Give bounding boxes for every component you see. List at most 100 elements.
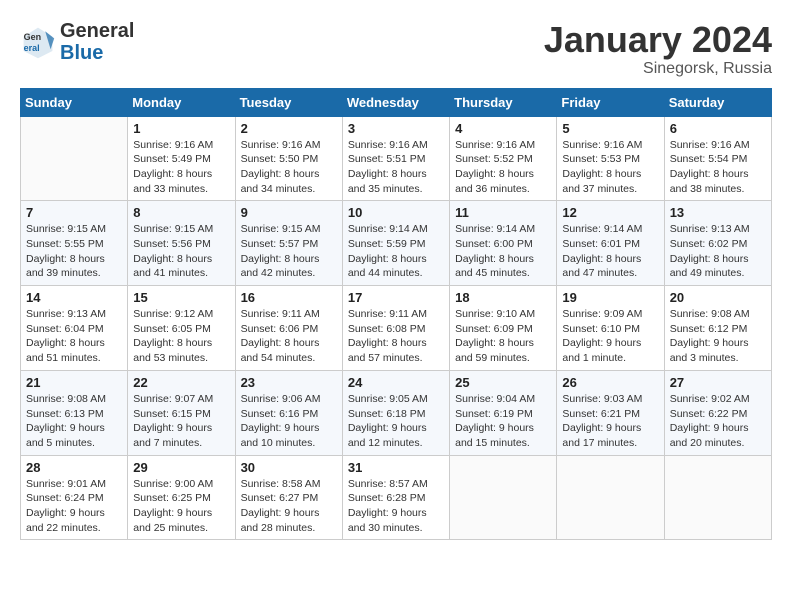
day-info: Sunrise: 9:13 AM Sunset: 6:02 PM Dayligh… — [670, 222, 766, 281]
calendar-cell: 20 Sunrise: 9:08 AM Sunset: 6:12 PM Dayli… — [664, 286, 771, 371]
col-header-friday: Friday — [557, 88, 664, 116]
calendar-cell: 9Sunrise: 9:15 AM Sunset: 5:57 PM Daylig… — [235, 201, 342, 286]
svg-text:eral: eral — [24, 43, 40, 53]
calendar-cell: 14 Sunrise: 9:13 AM Sunset: 6:04 PM Dayli… — [21, 286, 128, 371]
day-number: 25 — [455, 375, 551, 390]
title-block: January 2024 Sinegorsk, Russia — [544, 20, 772, 78]
day-number: 6 — [670, 121, 766, 136]
calendar-cell: 1 Sunrise: 9:16 AM Sunset: 5:49 PM Daylig… — [128, 116, 235, 201]
calendar-cell: 24Sunrise: 9:05 AM Sunset: 6:18 PM Dayli… — [342, 370, 449, 455]
calendar-cell: 21 Sunrise: 9:08 AM Sunset: 6:13 PM Dayli… — [21, 370, 128, 455]
day-number: 13 — [670, 205, 766, 220]
calendar-table: SundayMondayTuesdayWednesdayThursdayFrid… — [20, 88, 772, 541]
day-number: 31 — [348, 460, 444, 475]
day-info: Sunrise: 9:13 AM Sunset: 6:04 PM Dayligh… — [26, 307, 122, 366]
day-number: 20 — [670, 290, 766, 305]
calendar-cell — [21, 116, 128, 201]
calendar-cell: 29Sunrise: 9:00 AM Sunset: 6:25 PM Dayli… — [128, 455, 235, 540]
day-number: 7 — [26, 205, 122, 220]
logo: Gen eral General Blue — [20, 20, 134, 64]
day-number: 18 — [455, 290, 551, 305]
calendar-cell: 28 Sunrise: 9:01 AM Sunset: 6:24 PM Dayli… — [21, 455, 128, 540]
col-header-monday: Monday — [128, 88, 235, 116]
day-number: 15 — [133, 290, 229, 305]
day-info: Sunrise: 9:14 AM Sunset: 6:00 PM Dayligh… — [455, 222, 551, 281]
svg-text:Gen: Gen — [24, 32, 42, 42]
day-number: 21 — [26, 375, 122, 390]
day-info: Sunrise: 9:11 AM Sunset: 6:08 PM Dayligh… — [348, 307, 444, 366]
day-info: Sunrise: 9:08 AM Sunset: 6:13 PM Dayligh… — [26, 392, 122, 451]
day-info: Sunrise: 9:12 AM Sunset: 6:05 PM Dayligh… — [133, 307, 229, 366]
col-header-sunday: Sunday — [21, 88, 128, 116]
day-info: Sunrise: 8:57 AM Sunset: 6:28 PM Dayligh… — [348, 477, 444, 536]
calendar-cell: 15 Sunrise: 9:12 AM Sunset: 6:05 PM Dayli… — [128, 286, 235, 371]
day-info: Sunrise: 9:06 AM Sunset: 6:16 PM Dayligh… — [241, 392, 337, 451]
logo-general: General — [60, 20, 134, 42]
calendar-week-2: 7 Sunrise: 9:15 AM Sunset: 5:55 PM Daylig… — [21, 201, 772, 286]
calendar-cell: 2Sunrise: 9:16 AM Sunset: 5:50 PM Daylig… — [235, 116, 342, 201]
day-number: 22 — [133, 375, 229, 390]
calendar-cell: 8 Sunrise: 9:15 AM Sunset: 5:56 PM Daylig… — [128, 201, 235, 286]
calendar-week-3: 14 Sunrise: 9:13 AM Sunset: 6:04 PM Dayli… — [21, 286, 772, 371]
day-number: 1 — [133, 121, 229, 136]
day-number: 12 — [562, 205, 658, 220]
day-info: Sunrise: 9:16 AM Sunset: 5:54 PM Dayligh… — [670, 138, 766, 197]
calendar-cell — [450, 455, 557, 540]
page-header: Gen eral General Blue January 2024 Sineg… — [20, 20, 772, 78]
day-info: Sunrise: 9:15 AM Sunset: 5:56 PM Dayligh… — [133, 222, 229, 281]
calendar-cell: 10 Sunrise: 9:14 AM Sunset: 5:59 PM Dayli… — [342, 201, 449, 286]
calendar-week-1: 1 Sunrise: 9:16 AM Sunset: 5:49 PM Daylig… — [21, 116, 772, 201]
month-title: January 2024 — [544, 20, 772, 60]
day-number: 19 — [562, 290, 658, 305]
day-info: Sunrise: 9:14 AM Sunset: 5:59 PM Dayligh… — [348, 222, 444, 281]
logo-icon: Gen eral — [20, 24, 56, 60]
calendar-cell: 26Sunrise: 9:03 AM Sunset: 6:21 PM Dayli… — [557, 370, 664, 455]
calendar-cell — [664, 455, 771, 540]
day-number: 10 — [348, 205, 444, 220]
day-number: 26 — [562, 375, 658, 390]
day-number: 3 — [348, 121, 444, 136]
day-info: Sunrise: 9:00 AM Sunset: 6:25 PM Dayligh… — [133, 477, 229, 536]
day-info: Sunrise: 9:09 AM Sunset: 6:10 PM Dayligh… — [562, 307, 658, 366]
calendar-cell: 22 Sunrise: 9:07 AM Sunset: 6:15 PM Dayli… — [128, 370, 235, 455]
day-info: Sunrise: 9:16 AM Sunset: 5:49 PM Dayligh… — [133, 138, 229, 197]
calendar-week-4: 21 Sunrise: 9:08 AM Sunset: 6:13 PM Dayli… — [21, 370, 772, 455]
logo-blue: Blue — [60, 42, 103, 64]
day-info: Sunrise: 9:01 AM Sunset: 6:24 PM Dayligh… — [26, 477, 122, 536]
col-header-saturday: Saturday — [664, 88, 771, 116]
day-number: 2 — [241, 121, 337, 136]
calendar-cell: 30Sunrise: 8:58 AM Sunset: 6:27 PM Dayli… — [235, 455, 342, 540]
calendar-cell: 3 Sunrise: 9:16 AM Sunset: 5:51 PM Daylig… — [342, 116, 449, 201]
day-number: 14 — [26, 290, 122, 305]
day-number: 27 — [670, 375, 766, 390]
day-info: Sunrise: 8:58 AM Sunset: 6:27 PM Dayligh… — [241, 477, 337, 536]
day-info: Sunrise: 9:11 AM Sunset: 6:06 PM Dayligh… — [241, 307, 337, 366]
day-number: 28 — [26, 460, 122, 475]
calendar-cell: 6 Sunrise: 9:16 AM Sunset: 5:54 PM Daylig… — [664, 116, 771, 201]
calendar-cell — [557, 455, 664, 540]
calendar-cell: 4Sunrise: 9:16 AM Sunset: 5:52 PM Daylig… — [450, 116, 557, 201]
day-number: 11 — [455, 205, 551, 220]
col-header-tuesday: Tuesday — [235, 88, 342, 116]
day-info: Sunrise: 9:08 AM Sunset: 6:12 PM Dayligh… — [670, 307, 766, 366]
day-info: Sunrise: 9:15 AM Sunset: 5:57 PM Dayligh… — [241, 222, 337, 281]
day-info: Sunrise: 9:16 AM Sunset: 5:53 PM Dayligh… — [562, 138, 658, 197]
calendar-cell: 18 Sunrise: 9:10 AM Sunset: 6:09 PM Dayli… — [450, 286, 557, 371]
calendar-cell: 13 Sunrise: 9:13 AM Sunset: 6:02 PM Dayli… — [664, 201, 771, 286]
day-info: Sunrise: 9:04 AM Sunset: 6:19 PM Dayligh… — [455, 392, 551, 451]
calendar-cell: 12 Sunrise: 9:14 AM Sunset: 6:01 PM Dayli… — [557, 201, 664, 286]
day-info: Sunrise: 9:15 AM Sunset: 5:55 PM Dayligh… — [26, 222, 122, 281]
day-info: Sunrise: 9:02 AM Sunset: 6:22 PM Dayligh… — [670, 392, 766, 451]
day-number: 24 — [348, 375, 444, 390]
location: Sinegorsk, Russia — [544, 60, 772, 78]
col-header-thursday: Thursday — [450, 88, 557, 116]
calendar-cell: 19 Sunrise: 9:09 AM Sunset: 6:10 PM Dayli… — [557, 286, 664, 371]
day-info: Sunrise: 9:16 AM Sunset: 5:51 PM Dayligh… — [348, 138, 444, 197]
calendar-cell: 31 Sunrise: 8:57 AM Sunset: 6:28 PM Dayli… — [342, 455, 449, 540]
logo-text: General Blue — [60, 20, 134, 64]
day-info: Sunrise: 9:07 AM Sunset: 6:15 PM Dayligh… — [133, 392, 229, 451]
day-number: 8 — [133, 205, 229, 220]
day-info: Sunrise: 9:14 AM Sunset: 6:01 PM Dayligh… — [562, 222, 658, 281]
day-info: Sunrise: 9:16 AM Sunset: 5:52 PM Dayligh… — [455, 138, 551, 197]
day-info: Sunrise: 9:10 AM Sunset: 6:09 PM Dayligh… — [455, 307, 551, 366]
